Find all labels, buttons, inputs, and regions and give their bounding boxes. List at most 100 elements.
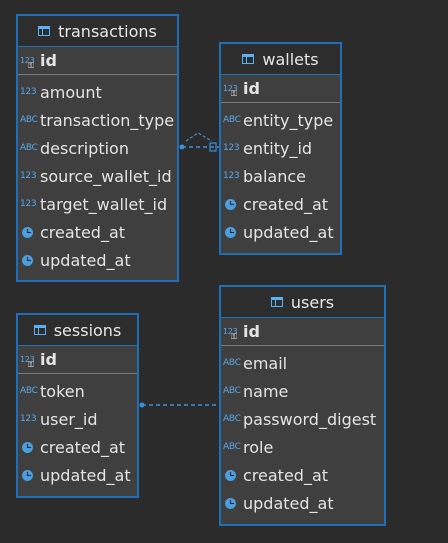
entity-header: users [221, 287, 384, 318]
number-type-icon: 123 [20, 87, 37, 97]
column-name: updated_at [243, 222, 334, 242]
column-name: created_at [40, 222, 126, 242]
primary-key-row[interactable]: 123 ⚿ id [18, 47, 177, 75]
column-list: ABC entity_type 123 entity_id 123 balance crea… [221, 103, 340, 246]
entity-header: transactions [18, 16, 177, 47]
clock-icon [20, 441, 40, 453]
text-type-icon: ABC [223, 358, 241, 368]
number-type-icon: 123 [223, 143, 240, 153]
table-icon [242, 54, 255, 64]
column-row[interactable]: ABC role [221, 433, 384, 461]
column-list: 123 amount ABC transaction_type ABC descripti… [18, 75, 177, 274]
column-name: password_digest [243, 409, 377, 429]
relation-sessions-users[interactable] [139, 402, 221, 408]
primary-key-row[interactable]: 123 ⚿ id [221, 75, 340, 103]
entity-sessions[interactable]: sessions 123 ⚿ id ABC token 123 user_id creat… [16, 313, 139, 498]
column-name: id [40, 350, 57, 369]
text-type-icon: ABC [223, 414, 241, 424]
column-name: updated_at [243, 493, 334, 513]
entity-title: wallets [262, 49, 319, 69]
column-row[interactable]: ABC email [221, 349, 384, 377]
column-name: description [40, 138, 129, 158]
clock-icon [223, 497, 243, 509]
number-type-icon: 123 [20, 171, 37, 181]
entity-users[interactable]: users 123 ⚿ id ABC email ABC name ABC password… [219, 285, 386, 526]
column-name: target_wallet_id [40, 194, 168, 214]
column-row[interactable]: 123 amount [18, 78, 177, 106]
column-row[interactable]: 123 source_wallet_id [18, 162, 177, 190]
entity-title: users [290, 292, 335, 312]
column-name: name [243, 381, 289, 401]
key-number-type-icon: 123 ⚿ [20, 355, 35, 369]
column-name: entity_type [243, 110, 334, 130]
column-row[interactable]: 123 user_id [18, 405, 137, 433]
column-name: balance [243, 166, 306, 186]
text-type-icon: ABC [20, 386, 38, 396]
primary-key-row[interactable]: 123 ⚿ id [18, 346, 137, 374]
table-icon [33, 325, 46, 335]
column-row[interactable]: ABC password_digest [221, 405, 384, 433]
column-row[interactable]: updated_at [18, 246, 177, 274]
key-number-type-icon: 123 ⚿ [223, 84, 238, 98]
column-name: source_wallet_id [40, 166, 172, 186]
clock-icon [223, 198, 243, 210]
number-type-icon: 123 [20, 199, 37, 209]
column-name: created_at [40, 437, 126, 457]
column-name: created_at [243, 465, 329, 485]
column-name: created_at [243, 194, 329, 214]
entity-transactions[interactable]: transactions 123 ⚿ id 123 amount ABC transac… [16, 14, 179, 282]
primary-key-row[interactable]: 123 ⚿ id [221, 318, 384, 346]
column-row[interactable]: ABC name [221, 377, 384, 405]
column-name: id [40, 51, 57, 70]
clock-icon [20, 254, 40, 266]
column-row[interactable]: updated_at [221, 489, 384, 517]
column-row[interactable]: updated_at [221, 218, 340, 246]
number-type-icon: 123 [223, 171, 240, 181]
column-row[interactable]: ABC transaction_type [18, 106, 177, 134]
number-type-icon: 123 [20, 414, 37, 424]
entity-header: wallets [221, 44, 340, 75]
key-number-type-icon: 123 ⚿ [223, 327, 238, 341]
column-row[interactable]: 123 target_wallet_id [18, 190, 177, 218]
column-row[interactable]: created_at [18, 218, 177, 246]
entity-wallets[interactable]: wallets 123 ⚿ id ABC entity_type 123 entity_… [219, 42, 342, 255]
column-name: updated_at [40, 465, 131, 485]
column-row[interactable]: updated_at [18, 461, 137, 489]
column-name: id [243, 79, 260, 98]
entity-title: transactions [58, 21, 157, 41]
column-row[interactable]: created_at [221, 461, 384, 489]
column-name: role [243, 437, 274, 457]
entity-header: sessions [18, 315, 137, 346]
clock-icon [20, 226, 40, 238]
column-name: email [243, 353, 288, 373]
column-row[interactable]: 123 balance [221, 162, 340, 190]
text-type-icon: ABC [223, 115, 241, 125]
column-list: ABC email ABC name ABC password_digest ABC role… [221, 346, 384, 517]
key-number-type-icon: 123 ⚿ [20, 56, 35, 70]
column-row[interactable]: ABC token [18, 377, 137, 405]
relation-transactions-wallets[interactable] [179, 132, 221, 152]
column-name: updated_at [40, 250, 131, 270]
table-icon [38, 26, 51, 36]
entity-title: sessions [53, 320, 122, 340]
column-row[interactable]: created_at [221, 190, 340, 218]
text-type-icon: ABC [20, 143, 38, 153]
column-name: token [40, 381, 85, 401]
text-type-icon: ABC [223, 442, 241, 452]
column-row[interactable]: created_at [18, 433, 137, 461]
text-type-icon: ABC [223, 386, 241, 396]
column-row[interactable]: 123 entity_id [221, 134, 340, 162]
text-type-icon: ABC [20, 115, 38, 125]
er-diagram-canvas: transactions 123 ⚿ id 123 amount ABC transac… [0, 0, 448, 543]
column-name: id [243, 322, 260, 341]
clock-icon [223, 226, 243, 238]
clock-icon [20, 469, 40, 481]
column-name: amount [40, 82, 102, 102]
column-row[interactable]: ABC entity_type [221, 106, 340, 134]
column-row[interactable]: ABC description [18, 134, 177, 162]
column-name: transaction_type [40, 110, 175, 130]
column-list: ABC token 123 user_id created_at updated_at [18, 374, 137, 489]
column-name: entity_id [243, 138, 313, 158]
column-name: user_id [40, 409, 98, 429]
table-icon [270, 297, 283, 307]
